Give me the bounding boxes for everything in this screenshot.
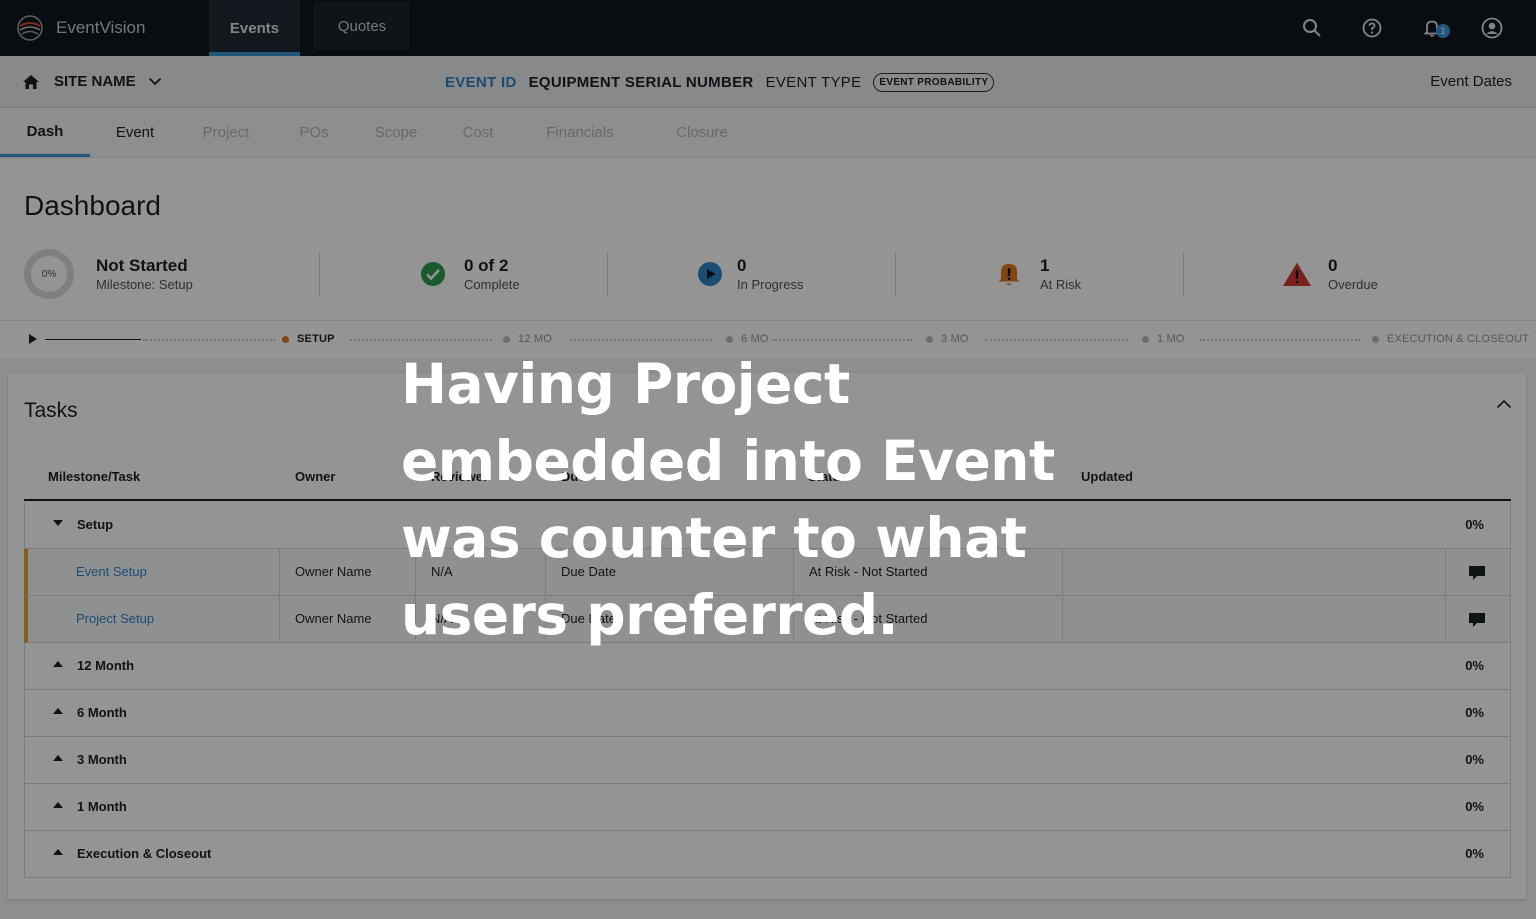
overlay-caption: Having Project embedded into Event was c… (401, 352, 1055, 647)
